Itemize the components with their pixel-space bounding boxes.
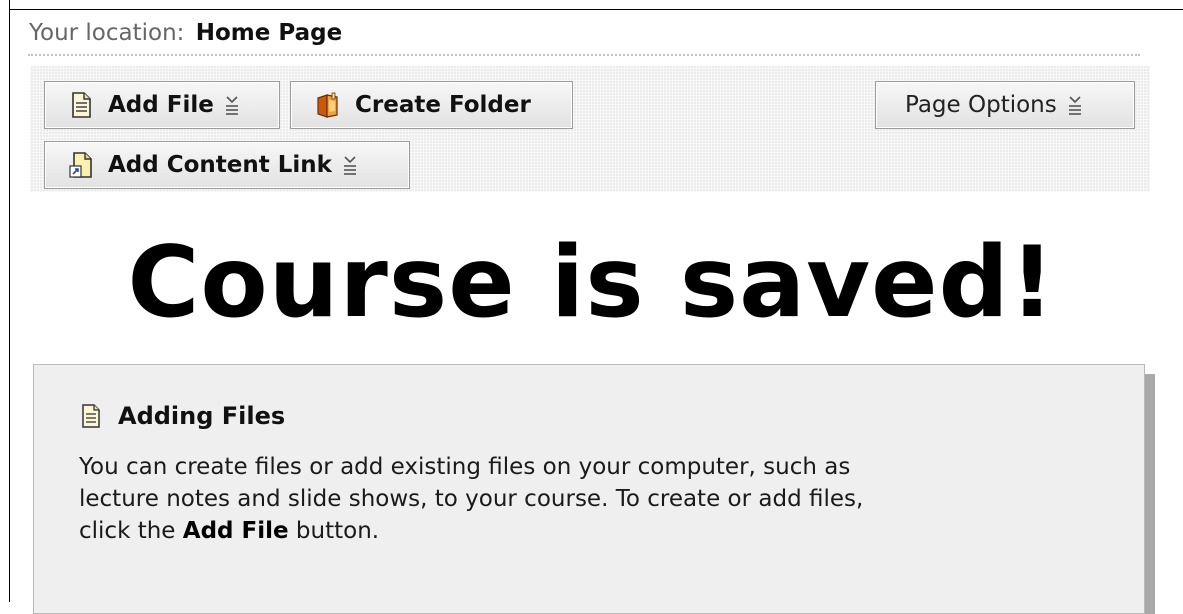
breadcrumb-divider [28, 54, 1140, 56]
create-folder-label: Create Folder [355, 92, 531, 118]
menu-chevron-icon [224, 94, 240, 116]
help-info-text-bold: Add File [182, 518, 289, 544]
add-content-link-button[interactable]: Add Content Link [44, 141, 410, 189]
add-file-button[interactable]: Add File [44, 81, 280, 129]
breadcrumb-prefix: Your location: [29, 20, 185, 46]
menu-chevron-icon [342, 154, 358, 176]
help-info-title: Adding Files [80, 402, 285, 430]
page-options-label: Page Options [905, 92, 1057, 118]
help-info-text-after: button. [288, 518, 380, 544]
add-file-label: Add File [108, 92, 214, 118]
help-info-text: You can create files or add existing fil… [79, 451, 879, 547]
breadcrumb-current[interactable]: Home Page [196, 20, 342, 46]
window-border-top [9, 9, 1183, 10]
course-saved-headline: Course is saved! [127, 226, 1056, 340]
breadcrumb: Your location: Home Page [29, 18, 342, 48]
add-content-link-label: Add Content Link [108, 152, 332, 178]
document-link-icon [68, 151, 94, 179]
page-options-button[interactable]: Page Options [875, 81, 1135, 129]
document-icon [68, 91, 94, 119]
menu-chevron-icon [1067, 94, 1083, 116]
help-info-panel: Adding Files You can create files or add… [33, 364, 1145, 614]
create-folder-button[interactable]: Create Folder [290, 81, 573, 129]
folder-icon [315, 91, 341, 119]
document-icon [80, 403, 102, 429]
help-info-title-text: Adding Files [118, 402, 286, 430]
